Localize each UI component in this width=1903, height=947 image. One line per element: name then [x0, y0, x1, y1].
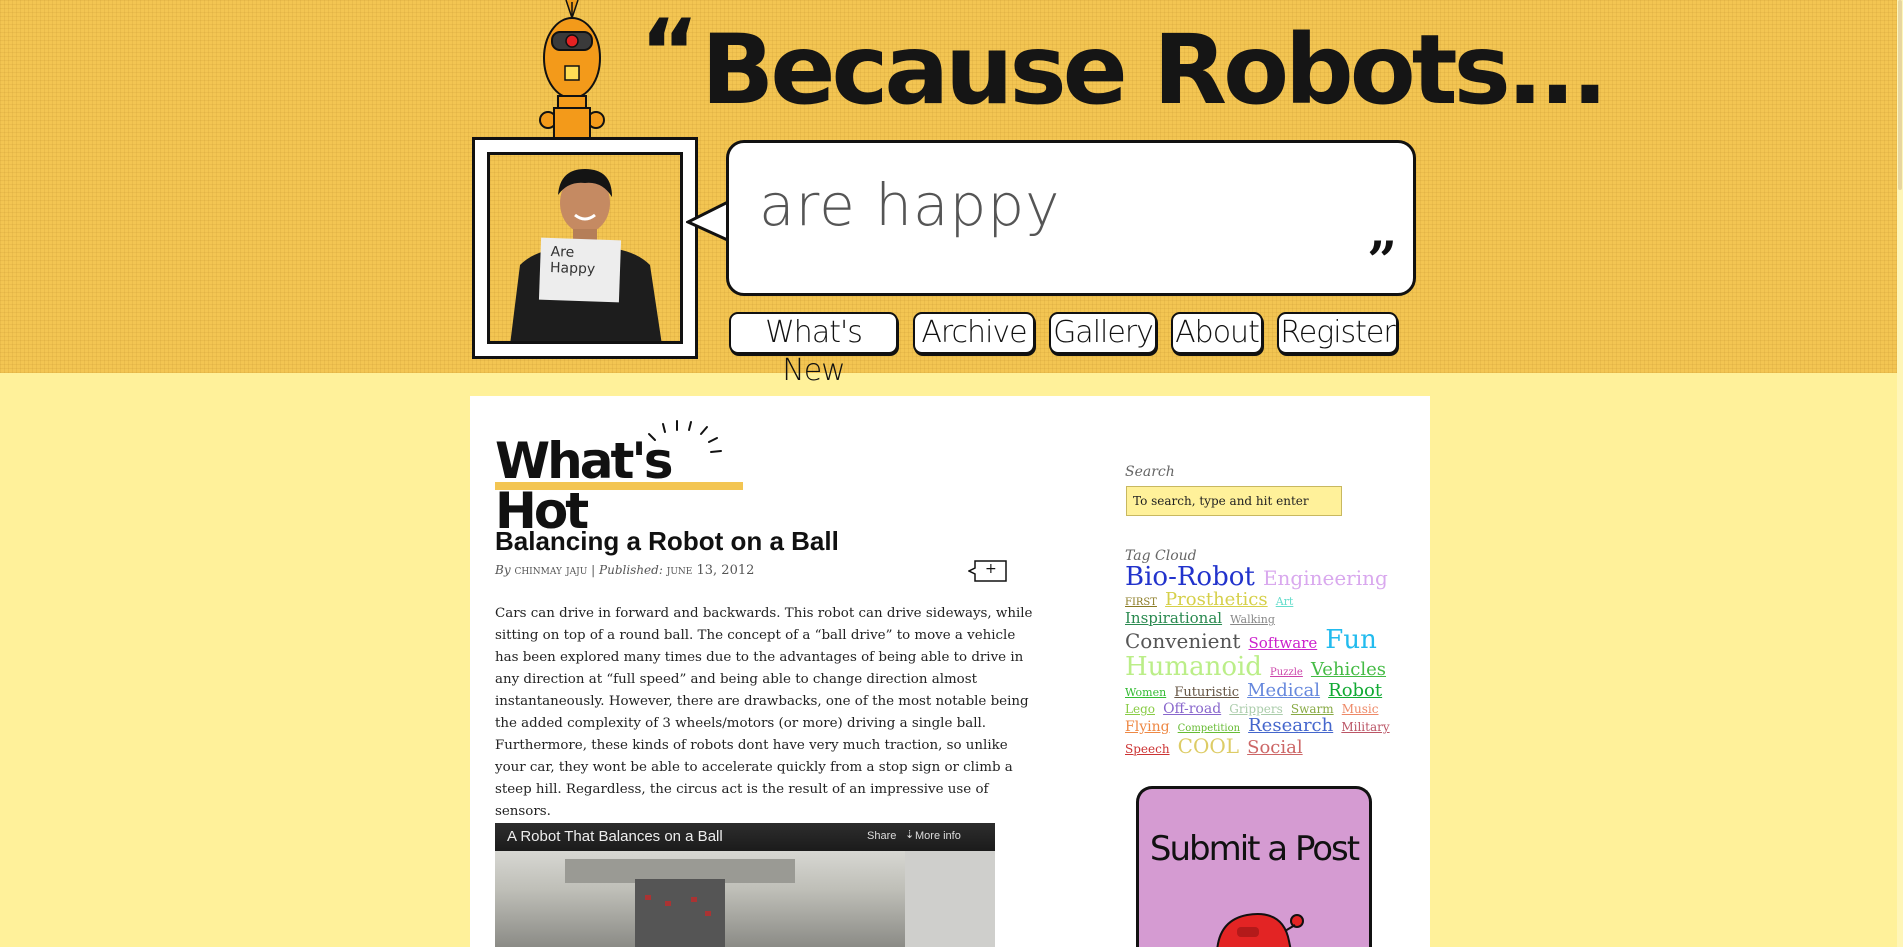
submit-post-label: Submit a Post [1149, 829, 1360, 869]
tag-music[interactable]: Music [1342, 702, 1379, 716]
content-panel: What's Hot Balancing a Robot on a Ball B… [470, 396, 1430, 947]
tag-futuristic[interactable]: Futuristic [1174, 685, 1239, 700]
robot-video-frame-icon [565, 851, 995, 947]
tag-vehicles[interactable]: Vehicles [1311, 659, 1386, 680]
post-date: JUNE 13, 2012 [666, 563, 755, 578]
red-robot-icon [1216, 913, 1304, 947]
tag-puzzle[interactable]: Puzzle [1270, 667, 1303, 679]
profile-photo-frame: Are Happy [472, 137, 698, 359]
site-title[interactable]: “Because Robots... [640, 0, 1608, 140]
video-thumbnail[interactable] [495, 851, 995, 947]
close-quote: ” [1367, 231, 1397, 292]
video-share-button[interactable]: Share [867, 830, 896, 842]
tag-lego[interactable]: Lego [1125, 702, 1155, 716]
video-player[interactable]: A Robot That Balances on a Ball Share ⇣ … [495, 823, 995, 947]
post-body: Cars can drive in forward and backwards.… [495, 606, 1033, 819]
tag-social[interactable]: Social [1247, 737, 1303, 758]
scrollbar[interactable] [1897, 0, 1903, 947]
tag-art[interactable]: Art [1276, 595, 1294, 608]
tagline-text: are happy [759, 171, 1061, 239]
profile-photo: Are Happy [487, 152, 683, 344]
video-title-bar: A Robot That Balances on a Ball Share ⇣ … [495, 823, 995, 851]
published-label: | Published: [591, 563, 663, 577]
open-quote: “ [640, 0, 699, 105]
by-label: By [495, 563, 511, 577]
tag-robot[interactable]: Robot [1328, 680, 1382, 701]
tag-bio-robot[interactable]: Bio-Robot [1125, 562, 1255, 592]
site-title-text: Because Robots... [701, 14, 1608, 126]
comment-plus-label: + [985, 561, 997, 577]
tag-inspirational[interactable]: Inspirational [1125, 609, 1222, 627]
tag-first[interactable]: FIRST [1125, 597, 1157, 609]
tag-off-road[interactable]: Off-road [1163, 701, 1221, 717]
tag-medical[interactable]: Medical [1247, 680, 1320, 701]
search-input[interactable] [1126, 486, 1342, 516]
post-author[interactable]: CHINMAY JAJU [514, 563, 587, 578]
search-label: Search [1125, 464, 1175, 480]
nav-whats-new[interactable]: What's New [729, 312, 898, 388]
tag-humanoid[interactable]: Humanoid [1125, 652, 1262, 682]
tag-software[interactable]: Software [1248, 634, 1317, 652]
tag-prosthetics[interactable]: Prosthetics [1165, 589, 1268, 610]
more-info-chevron-icon: ⇣ [905, 829, 915, 841]
whats-hot-heading: What's Hot [495, 420, 745, 536]
tag-walking[interactable]: Walking [1230, 613, 1275, 626]
tag-competition[interactable]: Competition [1178, 723, 1240, 735]
robot-mascot-icon [539, 0, 605, 140]
post-title[interactable]: Balancing a Robot on a Ball [495, 526, 839, 557]
tag-cloud: Bio-Robot Engineering FIRST Prosthetics … [1125, 562, 1395, 758]
tag-flying[interactable]: Flying [1125, 719, 1170, 735]
post-meta: By CHINMAY JAJU | Published: JUNE 13, 20… [495, 563, 754, 578]
tag-speech[interactable]: Speech [1125, 742, 1170, 756]
nav-gallery[interactable]: Gallery [1049, 312, 1157, 354]
comment-bubble-button[interactable]: + [967, 560, 1008, 582]
nav-archive[interactable]: Archive [913, 312, 1035, 354]
sunburst-icon [648, 420, 722, 453]
are-happy-sign: Are Happy [538, 237, 622, 303]
tagline-bubble: are happy ” [726, 140, 1416, 296]
scrollbar-thumb[interactable] [1898, 0, 1902, 190]
tag-research[interactable]: Research [1248, 715, 1333, 736]
tag-women[interactable]: Women [1125, 686, 1166, 699]
tag-cool[interactable]: COOL [1178, 734, 1239, 758]
sign-text: Are Happy [549, 243, 596, 278]
tag-engineering[interactable]: Engineering [1263, 566, 1388, 590]
video-more-info-button[interactable]: More info [915, 830, 961, 842]
tag-convenient[interactable]: Convenient [1125, 629, 1240, 653]
tag-military[interactable]: Military [1341, 720, 1389, 734]
video-title[interactable]: A Robot That Balances on a Ball [507, 828, 723, 845]
nav-register[interactable]: Register [1277, 312, 1398, 354]
submit-post-button[interactable]: Submit a Post [1136, 786, 1372, 947]
tag-fun[interactable]: Fun [1325, 625, 1377, 655]
nav-about[interactable]: About [1171, 312, 1263, 354]
